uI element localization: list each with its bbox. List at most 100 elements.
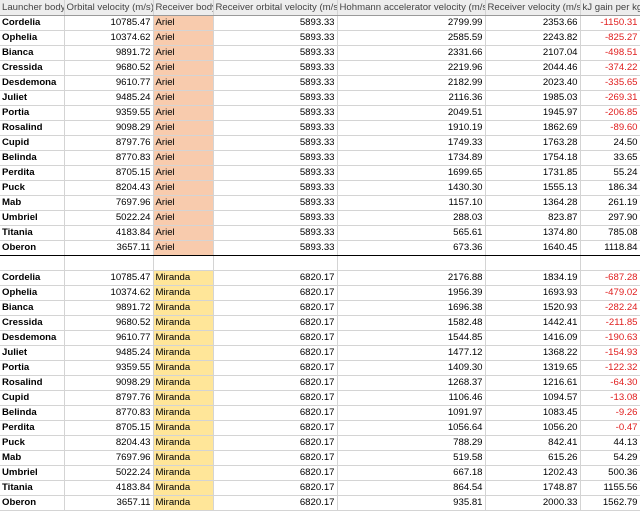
cell-kj-gain[interactable]: -282.24 [580,300,640,316]
cell-launcher-body[interactable]: Juliet [0,90,65,106]
cell-receiver-orbital-velocity[interactable]: 6820.17 [213,345,338,361]
cell-receiver-orbital-velocity[interactable]: 6820.17 [213,480,338,496]
cell-receiver-velocity[interactable]: 1520.93 [485,300,581,316]
cell-orbital-velocity[interactable]: 10785.47 [64,270,154,286]
cell-orbital-velocity[interactable]: 10374.62 [64,285,154,301]
column-header-launcher-body[interactable]: Launcher body [0,0,65,16]
cell-receiver-body[interactable]: Ariel [153,90,214,106]
cell-receiver-velocity[interactable]: 1748.87 [485,480,581,496]
cell-orbital-velocity[interactable]: 9098.29 [64,375,154,391]
cell-kj-gain[interactable]: -269.31 [580,90,640,106]
cell-receiver-orbital-velocity[interactable]: 6820.17 [213,465,338,481]
cell-kj-gain[interactable]: 55.24 [580,165,640,181]
cell-kj-gain[interactable]: -335.65 [580,75,640,91]
cell-orbital-velocity[interactable]: 8770.83 [64,150,154,166]
cell-kj-gain[interactable]: 24.50 [580,135,640,151]
cell-launcher-body[interactable]: Titania [0,480,65,496]
cell-launcher-body[interactable]: Oberon [0,495,65,511]
cell-launcher-body[interactable]: Bianca [0,300,65,316]
cell-orbital-velocity[interactable]: 9891.72 [64,45,154,61]
cell-receiver-velocity[interactable]: 1094.57 [485,390,581,406]
cell-orbital-velocity[interactable]: 8705.15 [64,420,154,436]
cell-orbital-velocity[interactable]: 7697.96 [64,450,154,466]
cell-receiver-velocity[interactable]: 1202.43 [485,465,581,481]
cell-receiver-orbital-velocity[interactable]: 5893.33 [213,120,338,136]
cell-receiver-velocity[interactable]: 1364.28 [485,195,581,211]
cell-hohmann-velocity[interactable]: 1696.38 [337,300,486,316]
cell-receiver-orbital-velocity[interactable]: 5893.33 [213,165,338,181]
cell-kj-gain[interactable]: -479.02 [580,285,640,301]
cell-receiver-orbital-velocity[interactable]: 5893.33 [213,60,338,76]
cell-hohmann-velocity[interactable]: 1734.89 [337,150,486,166]
cell-receiver-velocity[interactable]: 2107.04 [485,45,581,61]
cell-launcher-body[interactable]: Oberon [0,240,65,256]
cell-receiver-body[interactable]: Ariel [153,240,214,256]
cell-hohmann-velocity[interactable]: 2799.99 [337,15,486,31]
cell-receiver-body[interactable]: Ariel [153,165,214,181]
cell-kj-gain[interactable]: -687.28 [580,270,640,286]
cell-receiver-body[interactable]: Ariel [153,75,214,91]
cell-orbital-velocity[interactable]: 9359.55 [64,360,154,376]
cell-hohmann-velocity[interactable]: 1749.33 [337,135,486,151]
cell-receiver-velocity[interactable]: 2023.40 [485,75,581,91]
cell-hohmann-velocity[interactable]: 2049.51 [337,105,486,121]
cell-launcher-body[interactable]: Cordelia [0,270,65,286]
cell-launcher-body[interactable]: Mab [0,195,65,211]
cell-receiver-orbital-velocity[interactable]: 6820.17 [213,390,338,406]
cell-receiver-velocity[interactable]: 2000.33 [485,495,581,511]
cell-kj-gain[interactable]: 500.36 [580,465,640,481]
cell-orbital-velocity[interactable]: 7697.96 [64,195,154,211]
cell-hohmann-velocity[interactable]: 1477.12 [337,345,486,361]
cell-receiver-velocity[interactable]: 1640.45 [485,240,581,256]
cell-hohmann-velocity[interactable]: 2182.99 [337,75,486,91]
cell-kj-gain[interactable]: -122.32 [580,360,640,376]
cell-launcher-body[interactable]: Cupid [0,390,65,406]
cell-receiver-orbital-velocity[interactable]: 5893.33 [213,90,338,106]
cell-receiver-body[interactable]: Miranda [153,480,214,496]
column-header-hohmann-velocity[interactable]: Hohmann accelerator velocity (m/s) [337,0,486,16]
cell-launcher-body[interactable]: Cordelia [0,15,65,31]
cell-receiver-orbital-velocity[interactable]: 5893.33 [213,240,338,256]
cell-kj-gain[interactable]: -206.85 [580,105,640,121]
cell-receiver-orbital-velocity[interactable]: 6820.17 [213,375,338,391]
cell-orbital-velocity[interactable]: 9359.55 [64,105,154,121]
cell-orbital-velocity[interactable]: 3657.11 [64,240,154,256]
cell-receiver-body[interactable]: Miranda [153,450,214,466]
cell-hohmann-velocity[interactable]: 1956.39 [337,285,486,301]
cell-receiver-velocity[interactable]: 2243.82 [485,30,581,46]
cell-receiver-velocity[interactable]: 1754.18 [485,150,581,166]
cell-hohmann-velocity[interactable]: 1268.37 [337,375,486,391]
cell-launcher-body[interactable]: Rosalind [0,375,65,391]
cell-receiver-velocity[interactable]: 1763.28 [485,135,581,151]
cell-launcher-body[interactable]: Desdemona [0,330,65,346]
cell-launcher-body[interactable]: Portia [0,360,65,376]
cell-launcher-body[interactable]: Cupid [0,135,65,151]
cell-launcher-body[interactable]: Bianca [0,45,65,61]
cell-receiver-velocity[interactable]: 1374.80 [485,225,581,241]
cell-kj-gain[interactable]: -64.30 [580,375,640,391]
cell-hohmann-velocity[interactable]: 565.61 [337,225,486,241]
cell-kj-gain[interactable]: 33.65 [580,150,640,166]
cell-launcher-body[interactable]: Puck [0,180,65,196]
cell-orbital-velocity[interactable]: 9098.29 [64,120,154,136]
cell-receiver-body[interactable]: Miranda [153,465,214,481]
cell-receiver-body[interactable]: Miranda [153,330,214,346]
cell-receiver-orbital-velocity[interactable]: 6820.17 [213,420,338,436]
cell-receiver-orbital-velocity[interactable]: 5893.33 [213,30,338,46]
cell-receiver-orbital-velocity[interactable]: 5893.33 [213,135,338,151]
cell-launcher-body[interactable]: Perdita [0,165,65,181]
cell-orbital-velocity[interactable]: 10785.47 [64,15,154,31]
cell-hohmann-velocity[interactable]: 519.58 [337,450,486,466]
cell-receiver-body[interactable]: Miranda [153,360,214,376]
cell-orbital-velocity[interactable]: 9680.52 [64,315,154,331]
cell-hohmann-velocity[interactable]: 673.36 [337,240,486,256]
cell-launcher-body[interactable]: Rosalind [0,120,65,136]
cell-orbital-velocity[interactable]: 4183.84 [64,225,154,241]
cell-receiver-body[interactable]: Miranda [153,300,214,316]
cell-receiver-body[interactable]: Ariel [153,15,214,31]
cell-hohmann-velocity[interactable]: 2331.66 [337,45,486,61]
cell-hohmann-velocity[interactable]: 2176.88 [337,270,486,286]
cell-launcher-body[interactable]: Portia [0,105,65,121]
cell-orbital-velocity[interactable]: 4183.84 [64,480,154,496]
cell-receiver-body[interactable]: Miranda [153,345,214,361]
